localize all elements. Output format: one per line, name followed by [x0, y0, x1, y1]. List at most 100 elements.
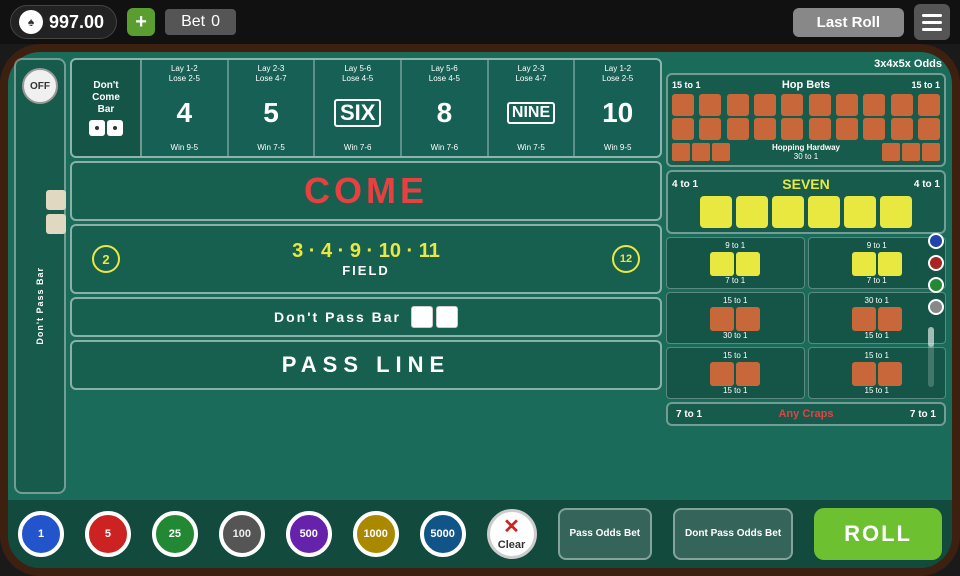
hardway-cell-2[interactable]: 9 to 1 7 to 1: [808, 237, 947, 289]
left-pass-line-section: OFF Don't Pass Bar: [14, 58, 66, 494]
clear-button[interactable]: ✕ Clear: [487, 509, 537, 559]
menu-button[interactable]: [914, 4, 950, 40]
roll-button[interactable]: ROLL: [814, 508, 942, 560]
hop-h-die-1[interactable]: [672, 143, 690, 161]
field-12x-circle: 12: [612, 245, 640, 273]
field-area[interactable]: 2 3 · 4 · 9 · 10 · 11 FIELD 12: [70, 224, 662, 294]
come-area[interactable]: COME: [70, 161, 662, 221]
chip-500[interactable]: 500: [286, 511, 332, 557]
hardway-dice-3: [710, 307, 760, 331]
chip-1[interactable]: 1: [18, 511, 64, 557]
hop-h-die-6[interactable]: [922, 143, 940, 161]
hop-h-die-4[interactable]: [882, 143, 900, 161]
middle-section: Don'tComeBar Lay 1-2Lose 2-5: [70, 58, 662, 494]
dont-come-cell[interactable]: Don'tComeBar: [72, 60, 142, 156]
seven-right-odds: 4 to 1: [914, 179, 940, 190]
any-craps-right: 7 to 1: [910, 409, 936, 420]
hop-die-4[interactable]: [754, 94, 776, 116]
die-seven-4[interactable]: [808, 196, 840, 228]
field-label: FIELD: [342, 263, 390, 278]
hop-h-die-2[interactable]: [692, 143, 710, 161]
hop-die-14[interactable]: [754, 118, 776, 140]
number-cell-9[interactable]: Lay 2-3Lose 4-7 NINE Win 7-5: [489, 60, 576, 156]
pass-odds-bet-button[interactable]: Pass Odds Bet: [558, 508, 653, 560]
hop-die-8[interactable]: [863, 94, 885, 116]
menu-line-3: [922, 28, 942, 31]
hop-h-die-5[interactable]: [902, 143, 920, 161]
dont-come-dice: [89, 120, 123, 136]
right-section: 3x4x5x Odds 15 to 1 Hop Bets 15 to 1: [666, 58, 946, 494]
hop-die-18[interactable]: [863, 118, 885, 140]
hop-die-10[interactable]: [918, 94, 940, 116]
hardway-dice-6: [852, 362, 902, 386]
die-seven-1[interactable]: [700, 196, 732, 228]
hardway-cell-5[interactable]: 15 to 1 15 to 1: [666, 347, 805, 399]
scroll-thumb: [928, 327, 934, 347]
seven-area[interactable]: 4 to 1 SEVEN 4 to 1: [666, 170, 946, 234]
last-roll-button[interactable]: Last Roll: [793, 8, 904, 37]
chip-1000[interactable]: 1000: [353, 511, 399, 557]
seven-left-odds: 4 to 1: [672, 179, 698, 190]
die-seven-6[interactable]: [880, 196, 912, 228]
hardway-odds-5a: 15 to 1: [723, 351, 747, 360]
hop-die-13[interactable]: [727, 118, 749, 140]
dont-pass-odds-bet-button[interactable]: Dont Pass Odds Bet: [673, 508, 793, 560]
hw-die-6: [736, 307, 760, 331]
hw-die-12: [878, 362, 902, 386]
hop-die-6[interactable]: [809, 94, 831, 116]
hop-die-7[interactable]: [836, 94, 858, 116]
dont-pass-odds-label: Dont Pass Odds Bet: [685, 528, 781, 540]
hardway-cell-6[interactable]: 15 to 1 15 to 1: [808, 347, 947, 399]
number-cell-4[interactable]: Lay 1-2Lose 2-5 4 Win 9-5: [142, 60, 229, 156]
chip-5[interactable]: 5: [85, 511, 131, 557]
marker-green: [928, 277, 944, 293]
hop-h-die-3[interactable]: [712, 143, 730, 161]
add-balance-button[interactable]: +: [127, 8, 155, 36]
chip-25[interactable]: 25: [152, 511, 198, 557]
hop-bets-area: 15 to 1 Hop Bets 15 to 1: [666, 73, 946, 167]
hardway-dice-4: [852, 307, 902, 331]
number-cell-5[interactable]: Lay 2-3Lose 4-7 5 Win 7-5: [229, 60, 316, 156]
number-cell-10[interactable]: Lay 1-2Lose 2-5 10 Win 9-5: [575, 60, 660, 156]
hop-die-3[interactable]: [727, 94, 749, 116]
hopping-text: Hopping Hardway: [772, 143, 840, 152]
pass-line-row[interactable]: PASS LINE: [70, 340, 662, 390]
die-seven-3[interactable]: [772, 196, 804, 228]
hop-die-9[interactable]: [891, 94, 913, 116]
hop-die-5[interactable]: [781, 94, 803, 116]
hardway-cell-4[interactable]: 30 to 1 15 to 1: [808, 292, 947, 344]
hop-die-20[interactable]: [918, 118, 940, 140]
balance-icon: ♠: [19, 10, 43, 34]
number-cell-8[interactable]: Lay 5-6Lose 4-5 8 Win 7-6: [402, 60, 489, 156]
menu-line-2: [922, 21, 942, 24]
hardway-cell-3[interactable]: 15 to 1 30 to 1: [666, 292, 805, 344]
die-deco-1: [46, 190, 66, 210]
dont-pass-bar-row[interactable]: Don't Pass Bar: [70, 297, 662, 337]
hop-die-15[interactable]: [781, 118, 803, 140]
dont-pass-vertical-area: Don't Pass Bar: [16, 120, 64, 492]
hop-die-12[interactable]: [699, 118, 721, 140]
chip-5000[interactable]: 5000: [420, 511, 466, 557]
hop-die-17[interactable]: [836, 118, 858, 140]
hardways-grid: 9 to 1 7 to 1 9 to 1 7 to 1: [666, 237, 946, 399]
hardway-dice-1: [710, 252, 760, 276]
hop-die-11[interactable]: [672, 118, 694, 140]
hop-die-19[interactable]: [891, 118, 913, 140]
hop-die-2[interactable]: [699, 94, 721, 116]
hardway-cell-1[interactable]: 9 to 1 7 to 1: [666, 237, 805, 289]
hardway-odds-3b: 30 to 1: [723, 331, 747, 340]
number-cell-6[interactable]: Lay 5-6Lose 4-5 SIX Win 7-6: [315, 60, 402, 156]
balance-display: 997.00: [49, 12, 104, 33]
lay-6: Lay 5-6Lose 4-5: [342, 64, 373, 83]
die-seven-2[interactable]: [736, 196, 768, 228]
hop-die-1[interactable]: [672, 94, 694, 116]
any-craps-label: Any Craps: [778, 408, 833, 420]
hop-die-16[interactable]: [809, 118, 831, 140]
die-seven-5[interactable]: [844, 196, 876, 228]
left-dice-area: [46, 190, 66, 234]
chip-100[interactable]: 100: [219, 511, 265, 557]
any-craps-area[interactable]: 7 to 1 Any Craps 7 to 1: [666, 402, 946, 426]
hop-left-label: 15 to 1: [672, 80, 701, 90]
seven-label: SEVEN: [782, 176, 829, 192]
number-8: 8: [437, 99, 453, 127]
